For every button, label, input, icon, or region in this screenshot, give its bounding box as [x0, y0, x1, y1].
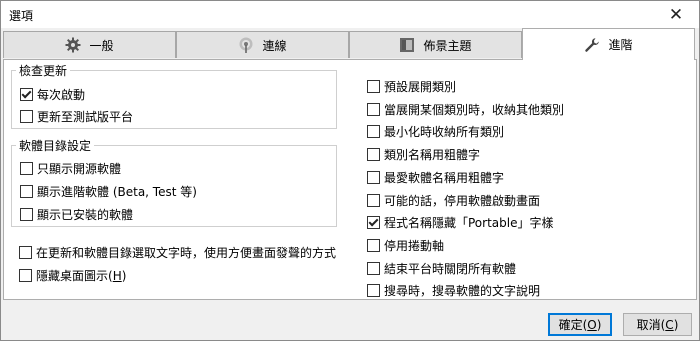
ok-button[interactable]: 確定(O)	[548, 313, 612, 336]
tab-connection-label: 連線	[262, 38, 287, 53]
close-all-on-exit-checkbox[interactable]: 結束平台時關閉所有軟體	[367, 260, 516, 277]
tab-advanced-label: 進階	[608, 38, 633, 52]
checkbox-box[interactable]	[20, 110, 33, 123]
disable-splash-label: 可能的話，停用軟體啟動畫面	[384, 194, 541, 208]
antenna-icon	[238, 37, 254, 53]
hide-portable-text-checkbox[interactable]: 程式名稱隱藏「Portable」字樣	[367, 214, 553, 231]
bold-category-names-checkbox[interactable]: 類別名稱用粗體字	[367, 146, 480, 163]
accessible-text-selection-checkbox[interactable]: 在更新和軟體目錄選取文字時，使用方便畫面發聲的方式	[19, 244, 336, 261]
options-dialog: 選項 ✕ 一般 連線 佈景主題 進階 檢查更新 每次啟動 更新至測試版平台 軟體…	[0, 0, 700, 341]
hide-desktop-icon-label: 隱藏桌面圖示(H)	[36, 269, 127, 283]
update-to-beta-label: 更新至測試版平台	[37, 110, 134, 124]
collapse-others-checkbox[interactable]: 當展開某個類別時，收納其他類別	[367, 101, 564, 118]
checkbox-box[interactable]	[367, 194, 380, 207]
collapse-on-minimize-label: 最小化時收納所有類別	[384, 125, 505, 139]
bold-favorite-names-label: 最愛軟體名稱用粗體字	[384, 171, 505, 185]
checkbox-box[interactable]	[367, 171, 380, 184]
title-bar: 選項 ✕	[1, 1, 699, 28]
checkbox-box[interactable]	[367, 80, 380, 93]
wrench-icon	[584, 37, 600, 53]
checkbox-box[interactable]	[367, 262, 380, 275]
update-group: 檢查更新 每次啟動 更新至測試版平台	[11, 62, 337, 129]
tab-advanced[interactable]: 進階	[522, 28, 695, 60]
show-installed-checkbox[interactable]: 顯示已安裝的軟體	[20, 206, 133, 223]
checkbox-box[interactable]	[19, 246, 32, 259]
disable-scrollbar-label: 停用捲動軸	[384, 239, 445, 253]
tab-general-label: 一般	[89, 38, 114, 53]
checkbox-box[interactable]	[367, 216, 380, 229]
close-button[interactable]: ✕	[653, 1, 699, 28]
update-group-title: 檢查更新	[16, 62, 71, 79]
checkbox-box[interactable]	[20, 88, 33, 101]
tab-general[interactable]: 一般	[3, 31, 176, 58]
collapse-on-minimize-checkbox[interactable]: 最小化時收納所有類別	[367, 123, 504, 140]
checkbox-box[interactable]	[367, 103, 380, 116]
tab-themes-label: 佈景主題	[423, 38, 472, 53]
window-title: 選項	[9, 9, 34, 23]
catalog-group-title: 軟體目錄設定	[16, 137, 95, 154]
checkbox-box[interactable]	[367, 284, 380, 297]
checkbox-box[interactable]	[19, 269, 32, 282]
theme-icon	[399, 37, 415, 53]
expand-categories-checkbox[interactable]: 預設展開類別	[367, 78, 456, 95]
catalog-group: 軟體目錄設定 只顯示開源軟體 顯示進階軟體 (Beta, Test 等) 顯示已…	[11, 137, 337, 227]
checkbox-box[interactable]	[20, 162, 33, 175]
show-advanced-software-checkbox[interactable]: 顯示進階軟體 (Beta, Test 等)	[20, 183, 197, 200]
bold-category-names-label: 類別名稱用粗體字	[384, 148, 481, 162]
bold-favorite-names-checkbox[interactable]: 最愛軟體名稱用粗體字	[367, 169, 504, 186]
tab-connection[interactable]: 連線	[176, 31, 349, 58]
disable-splash-checkbox[interactable]: 可能的話，停用軟體啟動畫面	[367, 192, 540, 209]
check-each-launch-checkbox[interactable]: 每次啟動	[20, 86, 85, 103]
advanced-panel: 檢查更新 每次啟動 更新至測試版平台 軟體目錄設定 只顯示開源軟體 顯示進階軟體…	[3, 59, 697, 300]
expand-categories-label: 預設展開類別	[384, 80, 457, 94]
disable-scrollbar-checkbox[interactable]: 停用捲動軸	[367, 237, 444, 254]
open-source-only-label: 只顯示開源軟體	[37, 162, 122, 176]
show-advanced-software-label: 顯示進階軟體 (Beta, Test 等)	[37, 185, 197, 199]
hide-portable-text-label: 程式名稱隱藏「Portable」字樣	[384, 216, 554, 230]
show-installed-label: 顯示已安裝的軟體	[37, 208, 134, 222]
search-descriptions-label: 搜尋時，搜尋軟體的文字說明	[384, 284, 541, 298]
accessible-text-selection-label: 在更新和軟體目錄選取文字時，使用方便畫面發聲的方式	[36, 246, 337, 260]
cancel-button[interactable]: 取消(C)	[623, 313, 692, 336]
checkbox-box[interactable]	[367, 148, 380, 161]
tab-strip: 一般 連線 佈景主題 進階	[3, 28, 697, 60]
search-descriptions-checkbox[interactable]: 搜尋時，搜尋軟體的文字說明	[367, 282, 540, 299]
gear-icon	[65, 37, 81, 53]
collapse-others-label: 當展開某個類別時，收納其他類別	[384, 103, 565, 117]
open-source-only-checkbox[interactable]: 只顯示開源軟體	[20, 160, 121, 177]
close-icon: ✕	[668, 4, 684, 25]
hide-desktop-icon-checkbox[interactable]: 隱藏桌面圖示(H)	[19, 267, 126, 284]
check-each-launch-label: 每次啟動	[37, 88, 86, 102]
checkbox-box[interactable]	[367, 239, 380, 252]
update-to-beta-checkbox[interactable]: 更新至測試版平台	[20, 108, 133, 125]
close-all-on-exit-label: 結束平台時關閉所有軟體	[384, 262, 517, 276]
checkbox-box[interactable]	[20, 208, 33, 221]
checkbox-box[interactable]	[20, 185, 33, 198]
checkbox-box[interactable]	[367, 125, 380, 138]
tab-themes[interactable]: 佈景主題	[349, 31, 522, 58]
